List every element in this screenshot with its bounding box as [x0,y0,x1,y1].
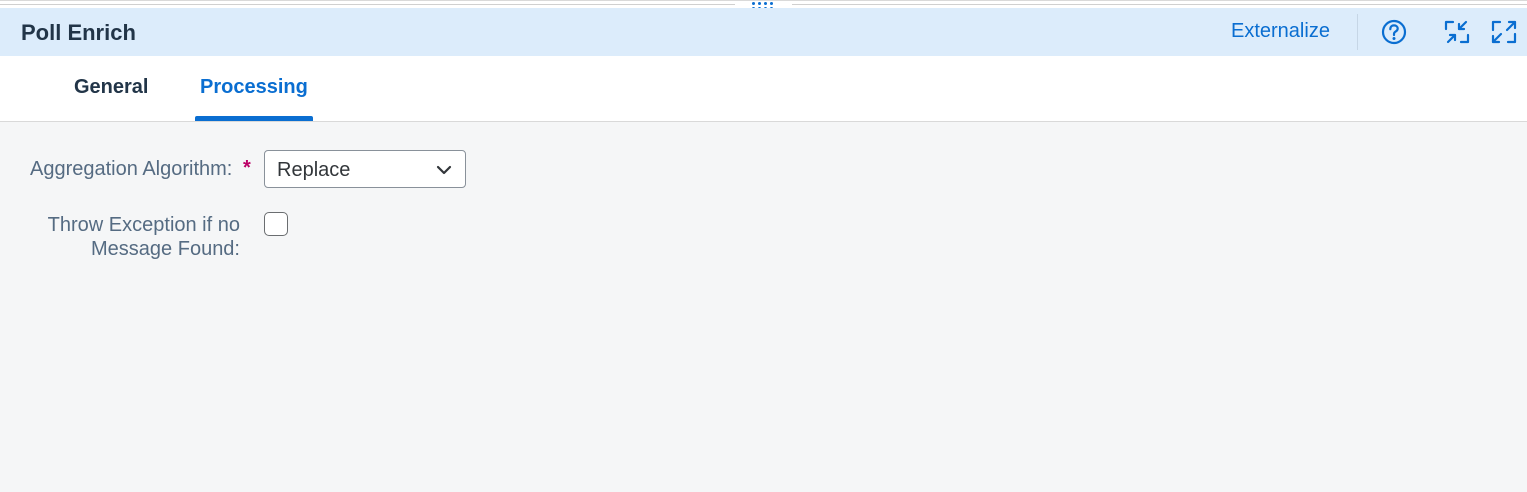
resize-strip[interactable] [0,0,1527,10]
help-icon[interactable] [1380,18,1408,46]
active-tab-indicator [195,116,313,121]
chevron-down-icon[interactable] [435,162,453,178]
panel-title: Poll Enrich [21,20,136,45]
exit-fullscreen-icon[interactable] [1443,18,1471,46]
tab-bar: General Processing [0,56,1527,122]
externalize-button[interactable]: Externalize [1231,20,1330,43]
aggregation-algorithm-label: Aggregation Algorithm: [30,158,233,180]
aggregation-algorithm-select[interactable]: Replace [264,150,466,188]
fullscreen-icon[interactable] [1490,18,1518,46]
aggregation-algorithm-value: Replace [277,159,351,181]
poll-enrich-panel: Poll Enrich Externalize General Processi… [0,0,1527,492]
header-separator [1357,14,1358,50]
throw-exception-label: Throw Exception if no Message Found: [47,214,240,260]
divider-line [792,4,1527,5]
required-indicator: * [243,157,251,179]
throw-exception-checkbox[interactable] [264,212,288,236]
tab-processing[interactable]: Processing [200,76,308,99]
panel-header: Poll Enrich Externalize [0,8,1527,56]
tab-general[interactable]: General [74,76,148,99]
divider-line [0,4,735,5]
